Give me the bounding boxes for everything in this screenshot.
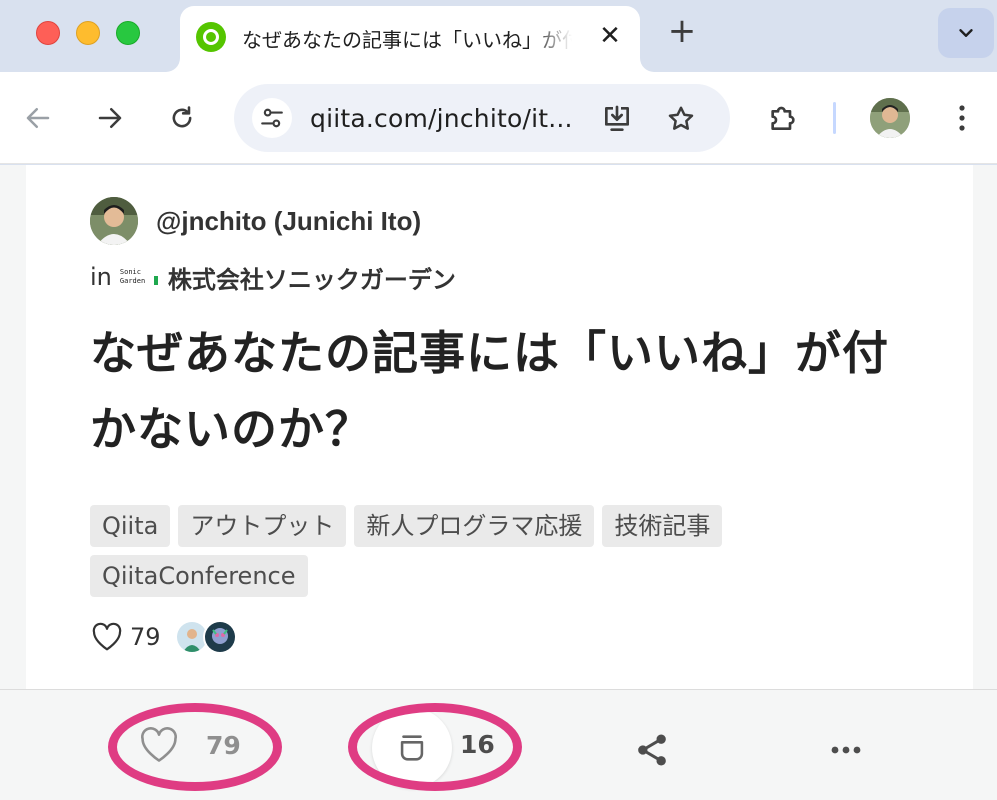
profile-photo-icon xyxy=(870,98,910,138)
install-icon xyxy=(605,105,629,131)
organization-name[interactable]: 株式会社ソニックガーデン xyxy=(168,260,456,295)
org-logo-text-line1: Sonic xyxy=(119,268,141,276)
browser-menu-button[interactable] xyxy=(942,98,982,138)
article-card: @jnchito (Junichi Ito) in Sonic Garden 株… xyxy=(26,165,973,689)
profile-avatar[interactable] xyxy=(870,98,910,138)
browser-toolbar: qiita.com/jnchito/it... xyxy=(0,72,997,164)
chevron-down-icon xyxy=(959,29,973,37)
share-button[interactable] xyxy=(632,730,672,770)
maximize-window-button[interactable] xyxy=(116,21,140,45)
organization-row[interactable]: in Sonic Garden 株式会社ソニックガーデン xyxy=(90,259,456,295)
liker-photo-icon xyxy=(204,622,235,652)
install-app-button[interactable] xyxy=(600,102,634,136)
liker-avatar[interactable] xyxy=(202,620,237,654)
bookmark-star-button[interactable] xyxy=(664,102,698,136)
kebab-menu-icon xyxy=(959,105,965,131)
reload-button[interactable] xyxy=(162,98,202,138)
ellipsis-icon xyxy=(831,746,861,754)
likes-count: 79 xyxy=(130,623,161,651)
qiita-favicon-icon xyxy=(196,22,226,52)
tab-strip: なぜあなたの記事には「いいね」が付かないのか？ | Qiita ✕ + xyxy=(0,0,997,72)
page-viewport: @jnchito (Junichi Ito) in Sonic Garden 株… xyxy=(0,165,997,800)
heart-icon xyxy=(92,622,122,651)
article-title: なぜあなたの記事には「いいね」が付かないのか？ xyxy=(90,326,889,456)
tag-item[interactable]: アウトプット xyxy=(178,505,347,547)
author-row[interactable]: @jnchito (Junichi Ito) xyxy=(90,197,421,245)
tag-item[interactable]: 技術記事 xyxy=(602,505,723,547)
minimize-window-button[interactable] xyxy=(76,21,100,45)
reload-icon xyxy=(172,106,192,128)
site-info-button[interactable] xyxy=(252,98,292,138)
url-text: qiita.com/jnchito/it... xyxy=(310,104,573,133)
new-tab-button[interactable]: + xyxy=(664,14,700,50)
author-name[interactable]: @jnchito (Junichi Ito) xyxy=(156,206,421,237)
likes-summary[interactable]: 79 xyxy=(90,617,237,657)
star-icon xyxy=(668,106,694,130)
tune-icon xyxy=(261,108,283,128)
close-window-button[interactable] xyxy=(36,21,60,45)
liker-avatars[interactable] xyxy=(174,620,237,654)
forward-button[interactable] xyxy=(90,98,130,138)
org-logo-text-line2: Garden xyxy=(119,277,146,285)
org-prefix: in xyxy=(90,263,112,291)
stock-highlight-ellipse xyxy=(348,703,522,791)
tab-close-button[interactable]: ✕ xyxy=(594,20,626,52)
tag-item[interactable]: 新人プログラマ応援 xyxy=(354,505,595,547)
more-options-button[interactable] xyxy=(826,730,866,770)
sonic-garden-logo-icon: Sonic Garden xyxy=(120,266,160,288)
toolbar-divider xyxy=(833,102,836,134)
share-icon xyxy=(638,734,666,766)
tag-list: Qiita アウトプット 新人プログラマ応援 技術記事 QiitaConfere… xyxy=(90,505,850,597)
back-button[interactable] xyxy=(18,98,58,138)
author-photo-icon xyxy=(90,197,138,245)
article-action-bar: 79 16 xyxy=(0,689,997,800)
puzzle-icon xyxy=(771,106,795,130)
tab-search-button[interactable] xyxy=(938,8,994,58)
tag-item[interactable]: Qiita xyxy=(90,505,171,547)
extensions-button[interactable] xyxy=(762,98,802,138)
author-avatar[interactable] xyxy=(90,197,138,245)
tag-item[interactable]: QiitaConference xyxy=(90,555,308,597)
active-tab[interactable]: なぜあなたの記事には「いいね」が付かないのか？ | Qiita ✕ xyxy=(180,6,640,72)
like-highlight-ellipse xyxy=(108,703,282,791)
arrow-left-icon xyxy=(26,108,50,128)
arrow-right-icon xyxy=(98,108,122,128)
tab-title: なぜあなたの記事には「いいね」が付かないのか？ | Qiita xyxy=(242,28,572,52)
address-bar[interactable]: qiita.com/jnchito/it... xyxy=(234,84,730,152)
